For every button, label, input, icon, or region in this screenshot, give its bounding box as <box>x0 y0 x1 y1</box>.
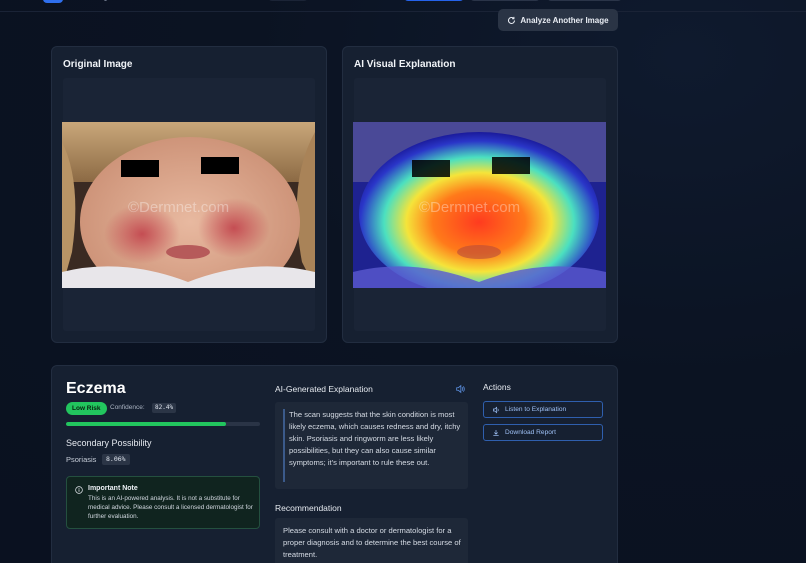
note-title: Important Note <box>88 485 138 492</box>
diagnosis-title: Eczema <box>66 380 126 397</box>
actions-title: Actions <box>483 382 511 392</box>
explanation-text: The scan suggests that the skin conditio… <box>289 410 461 467</box>
app-logo[interactable] <box>43 0 63 3</box>
confidence-label: Confidence: <box>110 404 145 411</box>
top-nav-bar <box>0 0 806 12</box>
confidence-value: 82.4% <box>152 403 177 413</box>
secondary-value: 8.06% <box>102 454 130 465</box>
confidence-bar-fill <box>66 422 226 426</box>
download-icon <box>493 429 499 436</box>
nav-dot <box>104 0 107 1</box>
download-label: Download Report <box>505 429 556 436</box>
listen-label: Listen to Explanation <box>505 406 567 413</box>
secondary-title: Secondary Possibility <box>66 438 152 448</box>
recommendation-box: Please consult with a doctor or dermatol… <box>275 518 468 563</box>
recommendation-title: Recommendation <box>275 503 342 513</box>
ai-explanation-title: AI Visual Explanation <box>354 59 456 70</box>
ai-heatmap-image: ©Dermnet.com <box>353 122 606 288</box>
nav-button[interactable] <box>470 0 540 1</box>
confidence-bar <box>66 422 260 426</box>
info-icon <box>75 486 83 494</box>
nav-item[interactable] <box>268 0 308 1</box>
quote-bar <box>283 409 285 482</box>
speaker-icon[interactable] <box>455 384 465 394</box>
listen-button[interactable]: Listen to Explanation <box>483 401 603 418</box>
watermark-original: ©Dermnet.com <box>128 199 229 216</box>
original-image-title: Original Image <box>63 59 133 70</box>
nav-primary-button[interactable] <box>404 0 464 1</box>
download-report-button[interactable]: Download Report <box>483 424 603 441</box>
nav-button[interactable] <box>547 0 622 1</box>
speaker-icon <box>493 406 499 413</box>
risk-badge: Low Risk <box>66 402 107 415</box>
explanation-box: The scan suggests that the skin conditio… <box>275 402 468 489</box>
important-note: Important Note This is an AI-powered ana… <box>66 476 260 529</box>
secondary-name: Psoriasis <box>66 455 97 464</box>
analyze-another-label: Analyze Another Image <box>520 15 609 25</box>
refresh-icon <box>508 16 516 24</box>
note-body: This is an AI-powered analysis. It is no… <box>88 495 253 520</box>
original-skin-image: ©Dermnet.com <box>62 122 315 288</box>
watermark-ai: ©Dermnet.com <box>419 199 520 216</box>
explanation-title: AI-Generated Explanation <box>275 384 373 394</box>
analyze-another-button[interactable]: Analyze Another Image <box>498 9 618 31</box>
recommendation-text: Please consult with a doctor or dermatol… <box>283 526 461 559</box>
